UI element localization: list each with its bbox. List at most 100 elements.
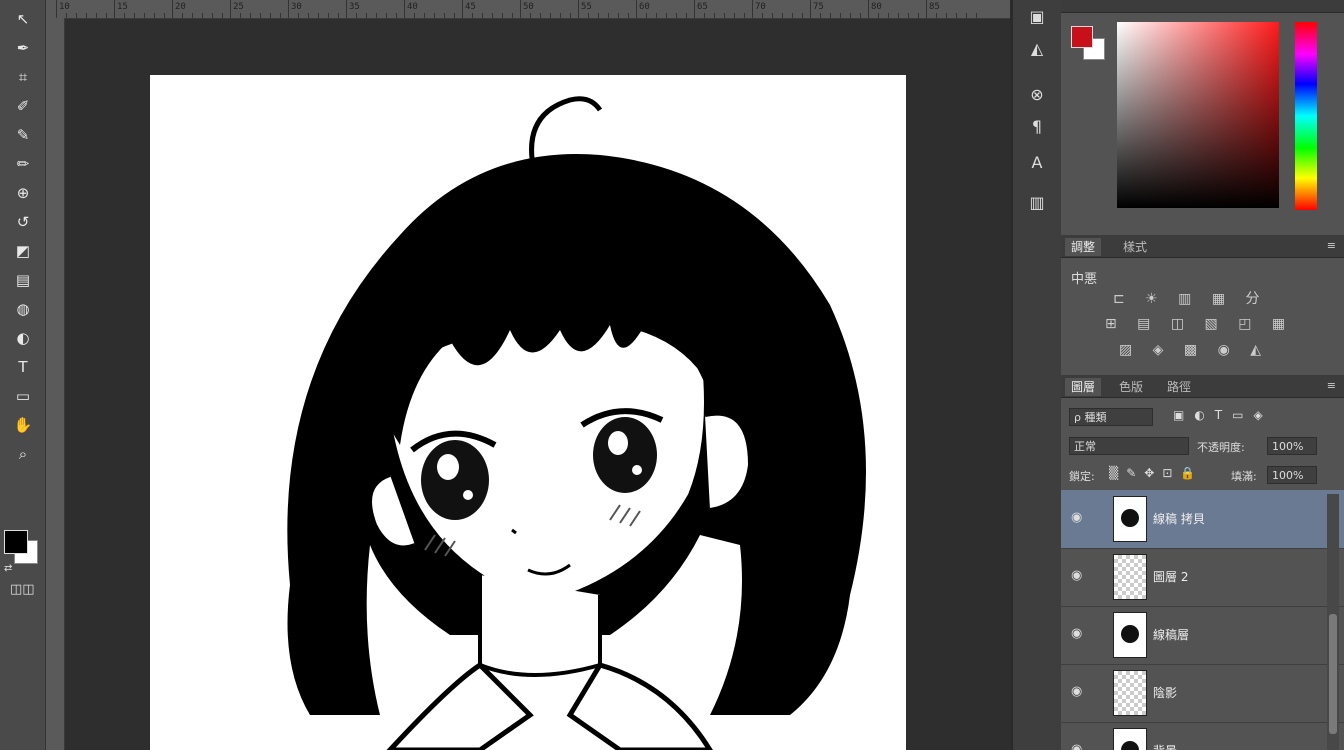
- layer-thumbnail: [1113, 612, 1147, 658]
- ruler-tick: [560, 13, 561, 18]
- fill-input[interactable]: 100%: [1267, 466, 1317, 484]
- panel-icon-strip: ▣ ◭ ⊗ ¶ A ▥: [1012, 0, 1062, 750]
- paragraph-panel-icon[interactable]: ¶: [1021, 112, 1053, 140]
- clone-stamp-icon[interactable]: ⊕: [8, 180, 38, 206]
- filter-icons[interactable]: ▣◐T▭◈: [1173, 408, 1273, 422]
- gradient-tool-icon[interactable]: ▤: [8, 267, 38, 293]
- ruler-tick: [694, 0, 695, 18]
- ruler-tick: [144, 13, 145, 18]
- layer-filter-select[interactable]: ρ 種類: [1069, 408, 1153, 426]
- tab-layers[interactable]: 圖層: [1065, 378, 1102, 396]
- foreground-color-swatch[interactable]: [4, 530, 28, 554]
- brush-panel-icon[interactable]: ◭: [1021, 34, 1053, 62]
- eyedropper-tool-icon[interactable]: ✐: [8, 93, 38, 119]
- ruler-tick: [134, 13, 135, 18]
- path-selection-tool-icon[interactable]: ↖: [8, 6, 38, 32]
- layer-row[interactable]: ◉ 陰影: [1061, 664, 1344, 723]
- ruler-tick: [976, 13, 977, 18]
- swap-colors-icon[interactable]: ⇄: [4, 563, 12, 574]
- shape-tool-icon[interactable]: ▭: [8, 383, 38, 409]
- panel-menu-icon[interactable]: ≡: [1327, 239, 1336, 252]
- lock-icons[interactable]: ▒✎✥⊡🔒: [1109, 466, 1203, 480]
- visibility-eye-icon[interactable]: ◉: [1071, 510, 1082, 525]
- tab-channels[interactable]: 色版: [1113, 378, 1149, 396]
- fill-label: 填滿:: [1231, 470, 1257, 483]
- zoom-tool-icon[interactable]: ⌕: [8, 441, 38, 467]
- ruler-tick: [202, 13, 203, 18]
- ruler-label: 30: [291, 2, 302, 12]
- ruler-tick: [608, 13, 609, 18]
- ruler-tick: [356, 13, 357, 18]
- tab-styles[interactable]: 樣式: [1117, 238, 1153, 256]
- quick-mask-icon[interactable]: ◫◫: [10, 582, 35, 597]
- ruler-tick: [308, 13, 309, 18]
- color-field[interactable]: [1117, 22, 1279, 208]
- ruler-tick: [404, 0, 405, 18]
- opacity-input[interactable]: 100%: [1267, 437, 1317, 455]
- ruler-tick: [260, 13, 261, 18]
- visibility-eye-icon[interactable]: ◉: [1071, 742, 1082, 750]
- ruler-label: 55: [581, 2, 592, 12]
- color-foreground-swatch[interactable]: [1071, 26, 1093, 48]
- history-panel-icon[interactable]: ▣: [1021, 2, 1053, 30]
- layers-menu-icon[interactable]: ≡: [1327, 379, 1336, 392]
- ruler-tick: [212, 13, 213, 18]
- history-brush-icon[interactable]: ↺: [8, 209, 38, 235]
- ruler-tick: [850, 13, 851, 18]
- visibility-eye-icon[interactable]: ◉: [1071, 684, 1082, 699]
- document-canvas[interactable]: [150, 75, 906, 750]
- blur-tool-icon[interactable]: ◍: [8, 296, 38, 322]
- ruler-label: 25: [233, 2, 244, 12]
- visibility-eye-icon[interactable]: ◉: [1071, 568, 1082, 583]
- ruler-tick: [346, 0, 347, 18]
- type-tool-icon[interactable]: T: [8, 354, 38, 380]
- brush-tool-icon[interactable]: ✏: [8, 151, 38, 177]
- layer-row[interactable]: ◉ 圖層 2: [1061, 548, 1344, 607]
- adjustments-title: 中悪: [1071, 272, 1098, 287]
- layer-comps-icon[interactable]: ▥: [1021, 188, 1053, 216]
- crop-tool-icon[interactable]: ⌗: [8, 64, 38, 90]
- character-panel-icon[interactable]: A: [1021, 148, 1053, 176]
- ruler-tick: [164, 13, 165, 18]
- hand-tool-icon[interactable]: ✋: [8, 412, 38, 438]
- blend-mode-select[interactable]: 正常: [1069, 437, 1189, 455]
- layer-row[interactable]: ◉ 線稿層: [1061, 606, 1344, 665]
- ruler-tick: [56, 0, 57, 18]
- opacity-label: 不透明度:: [1197, 441, 1245, 454]
- ruler-tick: [424, 13, 425, 18]
- layer-thumbnail: [1113, 728, 1147, 750]
- ruler-tick: [868, 0, 869, 18]
- dodge-tool-icon[interactable]: ◐: [8, 325, 38, 351]
- clone-source-icon[interactable]: ⊗: [1021, 80, 1053, 108]
- ruler-tick: [338, 13, 339, 18]
- ruler-tick: [530, 13, 531, 18]
- pen-tool-icon[interactable]: ✒: [8, 35, 38, 61]
- ruler-tick: [66, 13, 67, 18]
- scrollbar-thumb[interactable]: [1329, 614, 1337, 734]
- ruler-tick: [444, 13, 445, 18]
- layers-scrollbar[interactable]: [1327, 494, 1339, 750]
- ruler-tick: [792, 13, 793, 18]
- hue-slider[interactable]: [1295, 22, 1317, 210]
- tab-paths[interactable]: 路徑: [1161, 378, 1197, 396]
- tools-toolbar: ↖ ✒ ⌗ ✐ ✎ ✏ ⊕ ↺ ◩ ▤ ◍ ◐ T ▭ ✋ ⌕ ⇄ ◫◫: [0, 0, 46, 750]
- ruler-tick: [628, 13, 629, 18]
- ruler-tick: [396, 13, 397, 18]
- ruler-tick: [96, 13, 97, 18]
- ruler-tick: [454, 13, 455, 18]
- layer-row[interactable]: ◉ 線稿 拷貝: [1061, 490, 1344, 549]
- ruler-tick: [966, 13, 967, 18]
- right-panels: 調整 樣式 ≡ 中悪 ⊏ ☀ ▥ ▦ 分 ⊞ ▤ ◫ ▧ ◰ ▦ ▨ ◈ ▩ ◉…: [1061, 0, 1344, 750]
- adjustment-icons-row-3[interactable]: ▨ ◈ ▩ ◉ ◭: [1119, 342, 1269, 358]
- adjustment-icons-row-2[interactable]: ⊞ ▤ ◫ ▧ ◰ ▦: [1105, 316, 1293, 332]
- layer-row[interactable]: ◉ 背景: [1061, 722, 1344, 750]
- ruler-tick: [318, 13, 319, 18]
- tab-adjustments[interactable]: 調整: [1065, 238, 1102, 256]
- ruler-tick: [752, 0, 753, 18]
- ruler-tick: [280, 13, 281, 18]
- eraser-tool-icon[interactable]: ◩: [8, 238, 38, 264]
- visibility-eye-icon[interactable]: ◉: [1071, 626, 1082, 641]
- healing-brush-icon[interactable]: ✎: [8, 122, 38, 148]
- horizontal-ruler: 10 15 20 25 30 35 40 45 50 55 60 65 70 75 80 85: [46, 0, 1010, 19]
- adjustment-icons-row-1[interactable]: ⊏ ☀ ▥ ▦ 分: [1113, 288, 1268, 308]
